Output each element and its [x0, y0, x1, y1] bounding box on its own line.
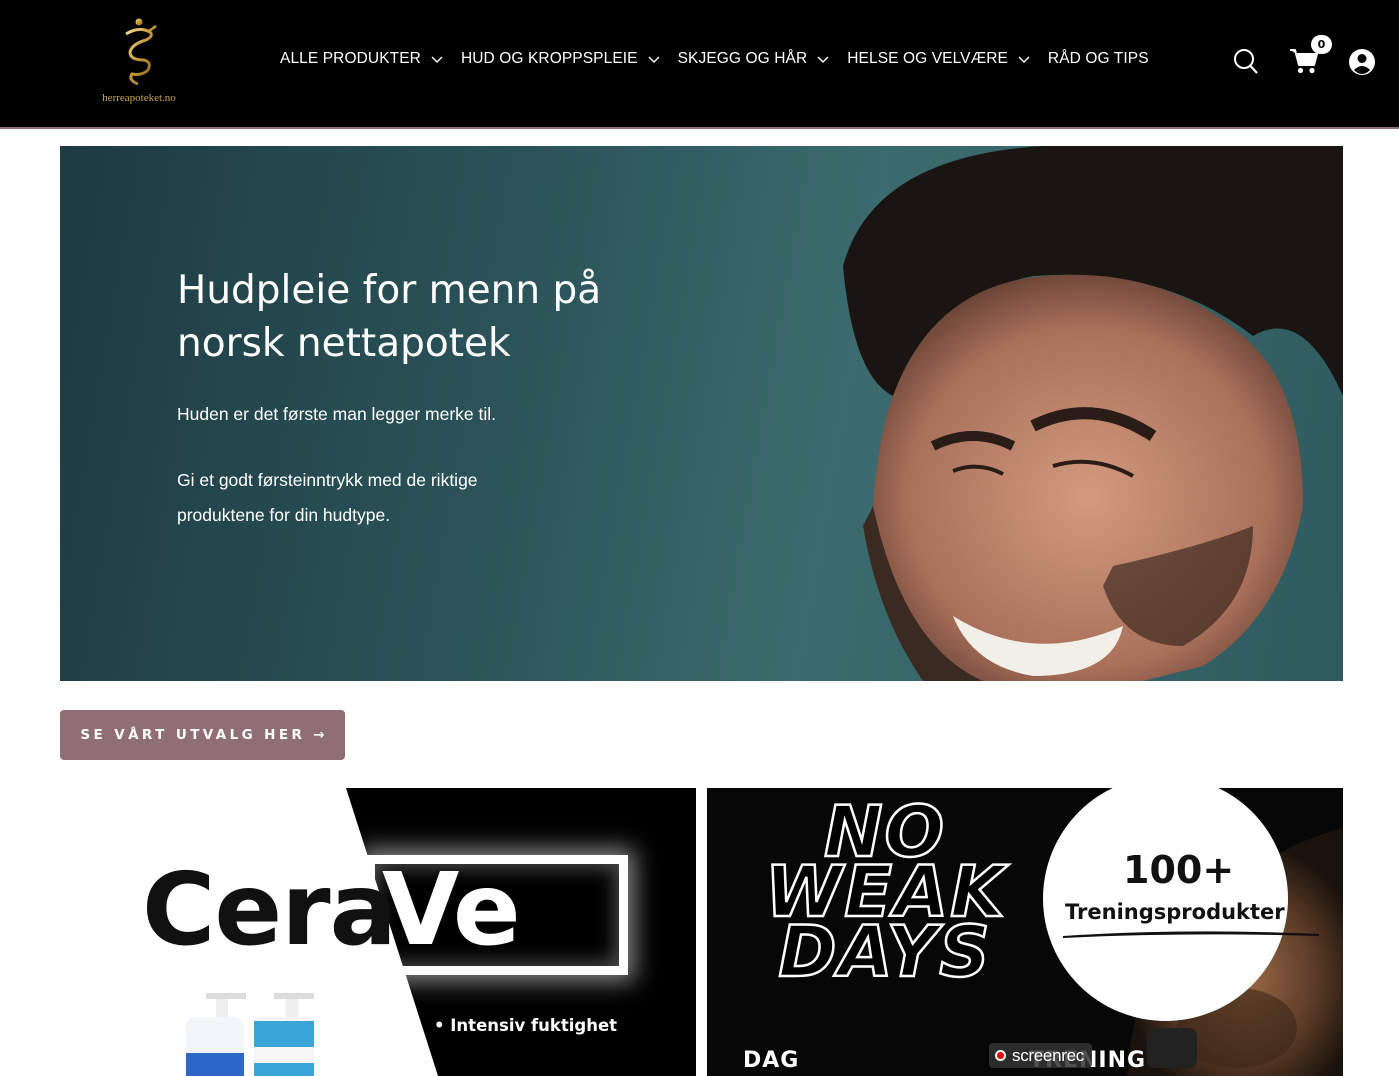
site-logo[interactable]: herreapoteket.no — [84, 16, 194, 110]
recorder-label: screenrec — [1012, 1045, 1084, 1065]
nav-label: ALLE PRODUKTER — [280, 50, 421, 67]
brand-text-part1: Cera — [142, 851, 397, 968]
smiling-man-photo — [843, 146, 1343, 681]
brush-underline — [1063, 931, 1319, 938]
nav-label: RÅD OG TIPS — [1047, 50, 1149, 67]
screen-recorder-badge[interactable]: screenrec — [989, 1043, 1092, 1068]
chevron-down-icon — [648, 56, 660, 63]
brand-text-part2: Ve — [382, 851, 521, 968]
training-promo-banner[interactable]: NO WEAK DAYS 100+ Treningsprodukter DAG … — [707, 788, 1343, 1076]
nav-item-hud-og-kroppspleie[interactable]: HUD OG KROPPSPLEIE — [461, 50, 660, 68]
hero-text-2: Gi et godt førsteinntrykk med de riktige… — [177, 470, 478, 525]
nav-item-skjegg-og-har[interactable]: SKJEGG OG HÅR — [678, 50, 830, 68]
nav-item-helse-og-velvaere[interactable]: HELSE OG VELVÆRE — [847, 50, 1030, 68]
chevron-down-icon — [817, 56, 829, 63]
arrow-right-icon: → — [313, 727, 325, 743]
cart-count-badge: 0 — [1311, 35, 1332, 54]
account-button[interactable] — [1348, 48, 1376, 80]
product-count-label: Treningsprodukter — [1065, 900, 1285, 924]
benefit-bullet: • Intensiv fuktighet — [434, 1016, 618, 1035]
caduceus-logo-icon — [125, 18, 157, 90]
main-nav: ALLE PRODUKTER HUD OG KROPPSPLEIE SKJEGG… — [280, 50, 1167, 68]
nav-item-rad-og-tips[interactable]: RÅD OG TIPS — [1048, 50, 1149, 68]
chevron-down-icon — [1018, 56, 1030, 63]
cta-label: SE VÅRT UTVALG HER — [80, 727, 306, 743]
account-icon — [1349, 49, 1375, 75]
nav-label: HUD OG KROPPSPLEIE — [460, 50, 638, 67]
nav-item-alle-produkter[interactable]: ALLE PRODUKTER — [280, 50, 443, 68]
site-header: herreapoteket.no ALLE PRODUKTER HUD OG K… — [0, 0, 1399, 129]
record-dot-icon — [995, 1050, 1006, 1061]
headline-text: NO WEAK DAYS — [764, 791, 1007, 993]
hero-text-1: Huden er det første man legger merke til… — [177, 404, 497, 424]
nav-label: SKJEGG OG HÅR — [677, 50, 808, 67]
search-icon — [1234, 49, 1258, 74]
bottom-left-text: DAG — [743, 1048, 800, 1073]
search-button[interactable] — [1232, 46, 1260, 80]
hero-title: Hudpleie for menn på norsk nettapotek — [177, 268, 602, 366]
logo-text: herreapoteket.no — [102, 92, 176, 104]
chevron-down-icon — [431, 56, 443, 63]
shop-selection-button[interactable]: SE VÅRT UTVALG HER → — [60, 710, 345, 760]
hero-banner: Hudpleie for menn på norsk nettapotek Hu… — [60, 146, 1343, 681]
nav-label: HELSE OG VELVÆRE — [847, 50, 1008, 67]
product-bottles-image — [186, 993, 314, 1076]
product-count: 100+ — [1123, 848, 1235, 892]
cerave-promo-banner[interactable]: Cera Ve • Intensiv fuktighet — [60, 788, 696, 1076]
